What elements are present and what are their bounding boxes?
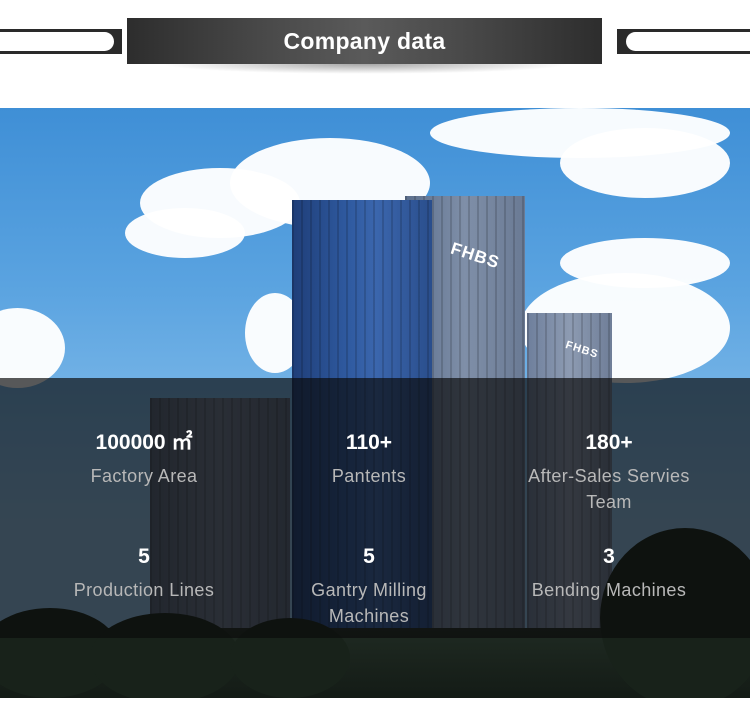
stat-label: After-Sales Servies Team [528,466,690,512]
header-decoration-right-pill [626,32,750,51]
stat-value: 5 [363,545,375,568]
cloud [125,208,245,258]
title-banner-shadow [160,64,570,74]
stat-after-sales-team: 180+ After-Sales Servies Team [499,430,719,515]
stat-patents: 110+ Pantents [259,430,479,489]
stat-bending-machines: 3 Bending Machines [499,544,719,603]
stat-label: Bending Machines [531,580,687,600]
stat-value: 5 [138,545,150,568]
stat-label: Factory Area [90,466,198,486]
company-stats-panel: 100000 ㎡ Factory Area 110+ Pantents 180+… [0,378,750,638]
header-decoration-right [617,29,750,54]
section-header: Company data [0,0,750,108]
stat-label: Gantry Milling Machines [311,580,427,626]
bottom-margin [0,698,750,716]
stat-value: 110+ [345,431,393,454]
page-title: Company data [283,27,446,54]
stat-production-lines: 5 Production Lines [34,544,254,603]
stat-label: Production Lines [73,580,215,600]
stat-value: 100000 ㎡ [95,431,193,454]
stat-value: 3 [603,545,615,568]
stat-value: 180+ [585,431,633,454]
cloud [560,128,730,198]
stat-label: Pantents [331,466,407,486]
stat-factory-area: 100000 ㎡ Factory Area [34,430,254,489]
stat-gantry-milling-machines: 5 Gantry Milling Machines [259,544,479,629]
header-decoration-left [0,29,122,54]
cloud [0,308,65,388]
title-banner: Company data [127,18,602,64]
header-decoration-left-pill [0,32,114,51]
